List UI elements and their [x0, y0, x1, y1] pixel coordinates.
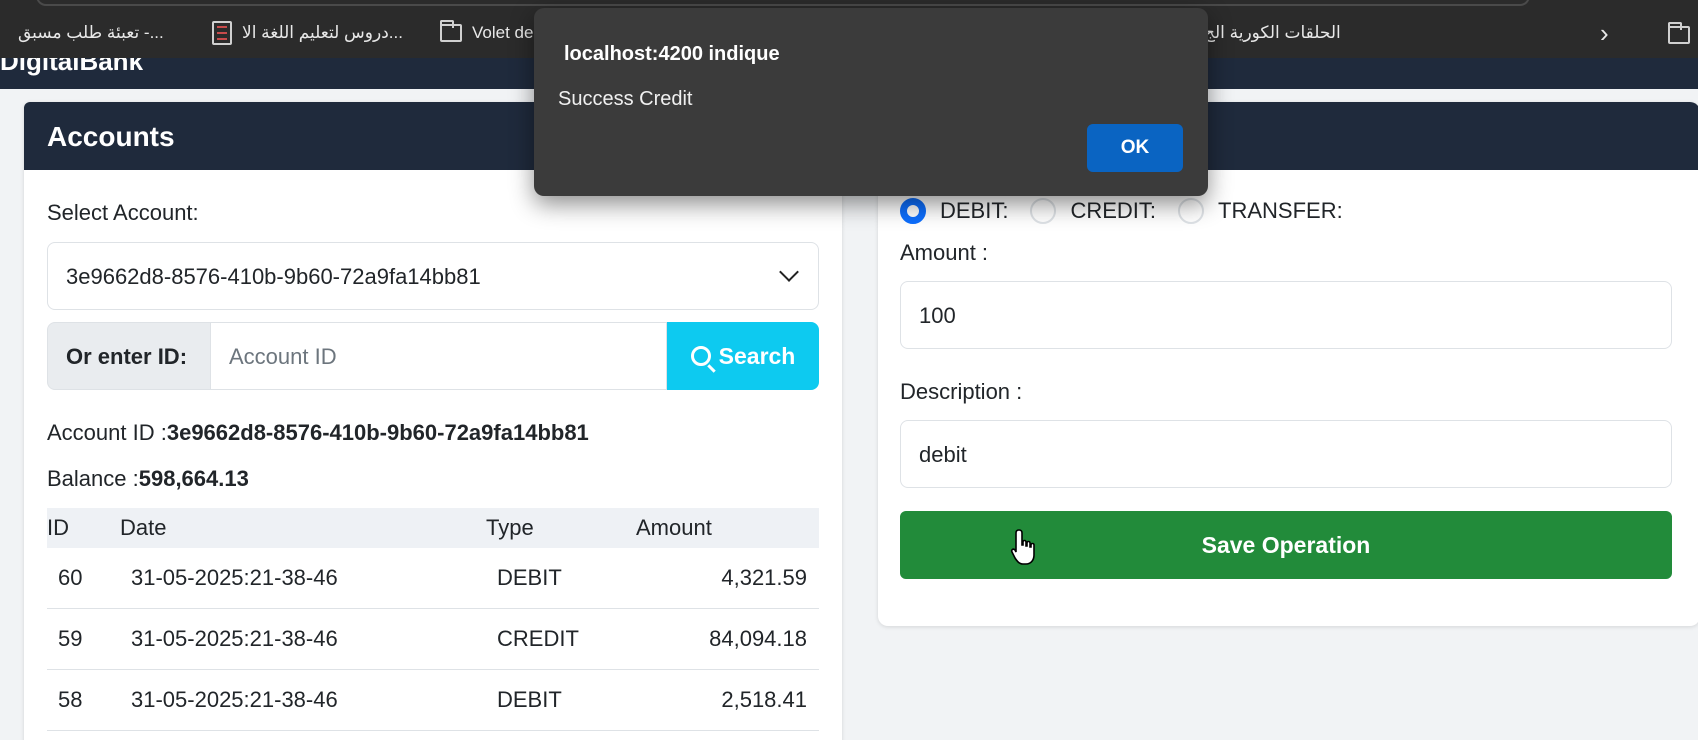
account-id-value: 3e9662d8-8576-410b-9b60-72a9fa14bb81	[166, 420, 589, 445]
dialog-message: Success Credit	[558, 88, 693, 110]
folder-icon[interactable]	[1668, 22, 1690, 44]
bookmark-item[interactable]: الحلقات الكورية الج	[1204, 21, 1341, 45]
column-header-date: Date	[120, 515, 167, 540]
balance-info: Balance :598,664.13	[47, 466, 249, 492]
alert-dialog: localhost:4200 indique Success Credit OK	[534, 8, 1208, 196]
selected-account-value: 3e9662d8-8576-410b-9b60-72a9fa14bb81	[66, 264, 481, 289]
dialog-ok-button[interactable]: OK	[1087, 124, 1183, 172]
brand-logo[interactable]: DigitalBank	[0, 58, 143, 77]
or-enter-id-label: Or enter ID:	[47, 322, 211, 390]
dialog-title: localhost:4200 indique	[564, 43, 780, 65]
bookmark-label: دروس لتعليم اللغة الا...	[242, 23, 403, 42]
bookmark-item[interactable]: تعبئة طلب مسبق -...	[18, 21, 164, 45]
description-input[interactable]: debit	[900, 420, 1672, 488]
chevron-down-icon	[779, 262, 799, 282]
operation-type-radios: DEBIT: CREDIT: TRANSFER:	[900, 198, 1365, 224]
cell-date: 31-05-2025:21-38-46	[131, 565, 338, 590]
radio-transfer-label: TRANSFER:	[1218, 198, 1343, 223]
account-id-label: Account ID :	[47, 420, 167, 445]
cell-amount: 84,094.18	[709, 626, 807, 651]
bookmark-label: الحلقات الكورية الج	[1204, 23, 1341, 42]
column-header-type: Type	[486, 515, 534, 540]
radio-transfer[interactable]	[1178, 198, 1205, 224]
column-header-id: ID	[47, 515, 69, 540]
hand-cursor-icon	[1010, 529, 1035, 565]
radio-credit[interactable]	[1030, 198, 1057, 224]
select-account-label: Select Account:	[47, 200, 199, 225]
radio-debit[interactable]	[900, 198, 926, 224]
bookmark-item[interactable]: دروس لتعليم اللغة الا...	[212, 21, 403, 45]
accounts-card: Accounts Select Account: 3e9662d8-8576-4…	[24, 102, 842, 740]
bookmark-label: تعبئة طلب مسبق -...	[18, 23, 164, 42]
cell-id: 59	[58, 626, 83, 651]
folder-icon	[440, 20, 462, 42]
bookmark-label: Volet de	[472, 23, 534, 42]
cell-id: 58	[58, 687, 83, 712]
cell-amount: 4,321.59	[721, 565, 807, 590]
search-icon	[690, 346, 711, 366]
cell-type: DEBIT	[497, 687, 562, 712]
address-bar-edge	[36, 0, 1530, 6]
table-row: 59 31-05-2025:21-38-46 CREDIT 84,094.18	[47, 609, 819, 670]
search-button[interactable]: Search	[667, 322, 819, 390]
account-id-input[interactable]: Account ID	[211, 322, 667, 390]
radio-credit-label: CREDIT:	[1070, 198, 1157, 223]
balance-value: 598,664.13	[138, 466, 249, 491]
account-select[interactable]: 3e9662d8-8576-410b-9b60-72a9fa14bb81	[47, 242, 819, 310]
cell-type: DEBIT	[497, 565, 562, 590]
radio-debit-label: DEBIT:	[940, 198, 1009, 223]
account-id-search-group: Or enter ID: Account ID Search	[47, 322, 819, 390]
cell-amount: 2,518.41	[721, 687, 807, 712]
chevron-right-icon[interactable]: ›	[1600, 18, 1609, 49]
amount-label: Amount :	[900, 240, 989, 265]
amount-input[interactable]: 100	[900, 281, 1672, 349]
cell-date: 31-05-2025:21-38-46	[131, 687, 338, 712]
search-button-label: Search	[718, 342, 796, 369]
balance-label: Balance :	[47, 466, 139, 491]
document-icon	[212, 21, 232, 45]
cell-id: 60	[58, 565, 83, 590]
cell-date: 31-05-2025:21-38-46	[131, 626, 338, 651]
table-header: ID Date Type Amount	[47, 508, 819, 548]
description-label: Description :	[900, 379, 1023, 404]
table-row: 58 31-05-2025:21-38-46 DEBIT 2,518.41	[47, 670, 819, 731]
bookmark-item[interactable]: Volet de	[440, 20, 534, 45]
column-header-amount: Amount	[636, 515, 712, 540]
operations-table: ID Date Type Amount 60 31-05-2025:21-38-…	[47, 508, 819, 731]
account-id-info: Account ID :3e9662d8-8576-410b-9b60-72a9…	[47, 420, 589, 446]
cell-type: CREDIT	[497, 626, 579, 651]
table-row: 60 31-05-2025:21-38-46 DEBIT 4,321.59	[47, 548, 819, 609]
